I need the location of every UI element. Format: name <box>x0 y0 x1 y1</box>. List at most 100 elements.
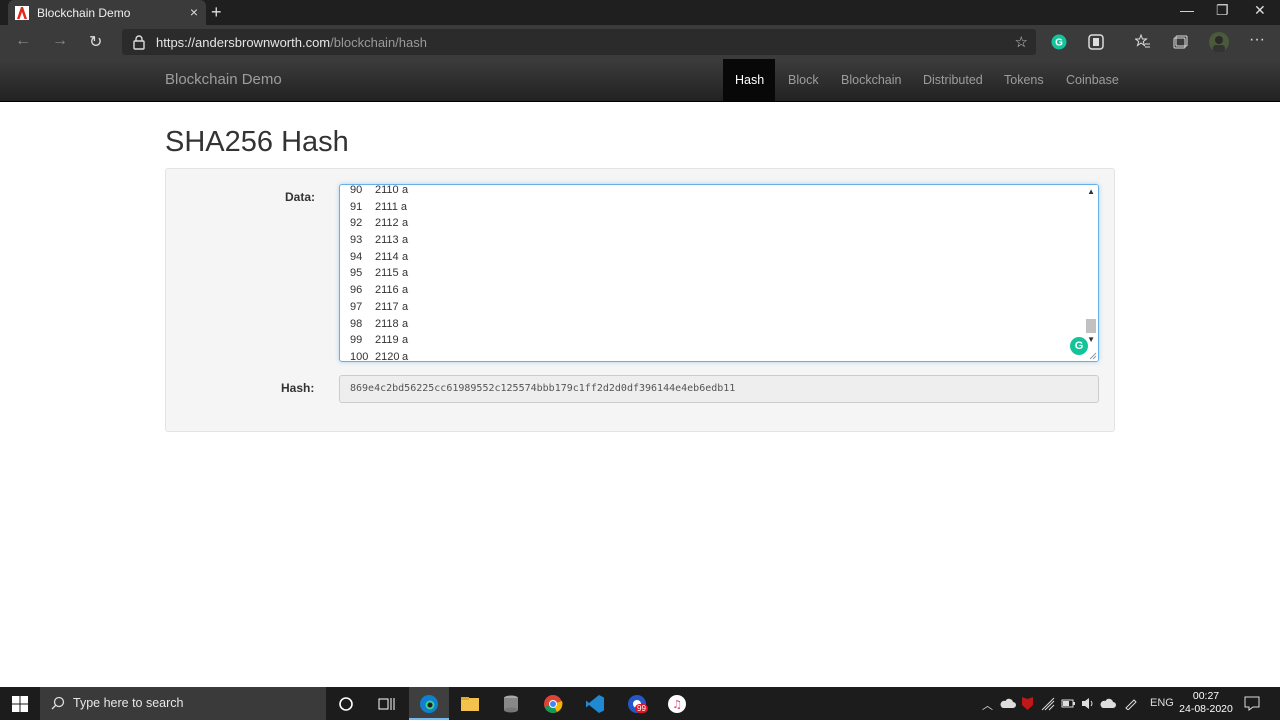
data-line-cell: 95 <box>350 267 363 280</box>
more-menu-icon[interactable]: ··· <box>1249 31 1265 49</box>
maximize-icon[interactable]: ❐ <box>1216 2 1229 19</box>
data-line: 96 2116 a <box>350 282 408 299</box>
data-line-cell: 98 <box>350 317 363 330</box>
textarea-scrollbar[interactable]: ▲ ▼ <box>1084 185 1098 361</box>
edge-browser-icon <box>420 695 438 713</box>
address-bar: ← → ↻ https://andersbrownworth.com/block… <box>0 25 1280 59</box>
task-view-icon[interactable] <box>375 693 397 715</box>
notification-badge: 99 <box>635 704 648 713</box>
data-textarea[interactable]: 90 2110 a 91 2111 a 92 2112 a 93 2113 a 94 2114 a 95 21… <box>339 184 1099 362</box>
tray-overflow-icon[interactable]: ︿ <box>982 697 993 713</box>
nav-hash[interactable]: Hash <box>723 59 775 101</box>
scroll-down-icon[interactable]: ▼ <box>1087 335 1095 344</box>
cloud-sync-icon[interactable] <box>1100 696 1116 710</box>
scroll-up-icon[interactable]: ▲ <box>1087 187 1095 196</box>
data-line-cell: a <box>402 350 409 362</box>
data-line-cell: a <box>402 267 409 280</box>
data-line-cell: 97 <box>350 300 363 313</box>
forward-icon[interactable]: → <box>52 32 68 50</box>
adobe-favicon-icon <box>15 5 29 20</box>
app-with-badge[interactable]: 99 <box>626 693 648 715</box>
data-line-cell: 99 <box>350 334 363 347</box>
data-line-cell: a <box>402 217 409 230</box>
data-line: 95 2115 a <box>350 265 408 282</box>
mcafee-icon[interactable] <box>1021 696 1034 711</box>
vscode-icon[interactable] <box>584 693 606 715</box>
windows-start-icon[interactable] <box>12 696 28 712</box>
data-line: 94 2114 a <box>350 249 408 266</box>
site-brand[interactable]: Blockchain Demo <box>165 71 282 88</box>
refresh-icon[interactable]: ↻ <box>89 32 102 52</box>
extension-icon[interactable] <box>1088 34 1104 50</box>
svg-text:G: G <box>1055 38 1063 49</box>
minimize-icon[interactable]: — <box>1180 2 1194 18</box>
site-navbar: Blockchain Demo Hash Block Blockchain Di… <box>0 59 1280 102</box>
data-line-cell: 2114 <box>375 250 399 263</box>
tab-title: Blockchain Demo <box>37 5 131 20</box>
data-line-cell: 96 <box>350 284 363 297</box>
hash-label: Hash: <box>281 381 315 395</box>
windows-taskbar: Type here to search 99 ♫ ︿ ENG 00:27 24-… <box>0 687 1280 720</box>
resize-handle-icon[interactable] <box>1089 352 1097 360</box>
database-icon[interactable] <box>500 693 522 715</box>
clock[interactable]: 00:27 24-08-2020 <box>1176 690 1236 716</box>
pen-icon[interactable] <box>1124 696 1138 710</box>
hash-form: Data: 90 2110 a 91 2111 a 92 2112 a 93 2113 a 94 211… <box>165 168 1115 432</box>
nav-tokens[interactable]: Tokens <box>992 59 1056 101</box>
data-line-cell: a <box>402 184 409 196</box>
url-field[interactable]: https://andersbrownworth.com/blockchain/… <box>122 29 1036 55</box>
data-line: 91 2111 a <box>350 199 408 216</box>
url-host: https://andersbrownworth.com <box>156 35 331 50</box>
data-line-cell: a <box>402 334 409 347</box>
data-line-cell: 92 <box>350 217 363 230</box>
data-label: Data: <box>285 190 316 204</box>
data-line-cell: 2120 <box>375 350 400 362</box>
data-line: 90 2110 a <box>350 184 409 199</box>
data-line-cell: a <box>402 234 409 247</box>
data-line-cell: 90 <box>350 184 363 196</box>
clock-date: 24-08-2020 <box>1179 703 1233 715</box>
hash-output: 869e4c2bd56225cc61989552c125574bbb179c1f… <box>339 375 1099 403</box>
data-lines: 90 2110 a 91 2111 a 92 2112 a 93 2113 a 94 2114 a 95 21… <box>350 184 409 362</box>
collections-icon[interactable] <box>1172 34 1188 50</box>
itunes-icon[interactable]: ♫ <box>666 693 688 715</box>
favorite-star-icon[interactable]: ☆ <box>1015 33 1028 51</box>
data-line-cell: 2112 <box>375 217 399 230</box>
data-line-cell: 94 <box>350 250 363 263</box>
new-tab-icon[interactable]: + <box>211 2 222 23</box>
data-line: 93 2113 a <box>350 232 408 249</box>
onedrive-icon[interactable] <box>1000 697 1016 709</box>
chrome-icon[interactable] <box>542 693 564 715</box>
nav-coinbase[interactable]: Coinbase <box>1054 59 1131 101</box>
language-indicator[interactable]: ENG <box>1150 697 1174 709</box>
edge-taskbar-item[interactable] <box>409 687 449 720</box>
data-line-cell: 2119 <box>375 334 399 347</box>
notifications-icon[interactable] <box>1244 696 1260 711</box>
grammarly-icon[interactable]: G <box>1070 337 1088 355</box>
data-line-cell: a <box>402 300 409 313</box>
data-line: 97 2117 a <box>350 299 408 316</box>
network-icon[interactable] <box>1041 697 1055 711</box>
data-line-cell: a <box>402 284 409 297</box>
profile-avatar-icon[interactable] <box>1209 32 1229 52</box>
data-line-cell: 2111 a <box>375 200 408 213</box>
favorites-icon[interactable] <box>1135 34 1151 50</box>
nav-distributed[interactable]: Distributed <box>911 59 995 101</box>
file-explorer-icon[interactable] <box>459 693 481 715</box>
cortana-icon[interactable] <box>335 693 357 715</box>
back-icon[interactable]: ← <box>15 32 31 50</box>
nav-blockchain[interactable]: Blockchain <box>829 59 913 101</box>
volume-icon[interactable] <box>1081 697 1095 710</box>
taskbar-search[interactable]: Type here to search <box>40 687 326 720</box>
browser-tab[interactable]: Blockchain Demo × <box>8 0 206 25</box>
browser-tab-bar: Blockchain Demo × + — ❐ ✕ <box>0 0 1280 25</box>
grammarly-extension-icon[interactable]: G <box>1051 34 1067 50</box>
window-close-icon[interactable]: ✕ <box>1254 2 1266 19</box>
data-line-cell: 2110 <box>375 184 399 196</box>
nav-block[interactable]: Block <box>776 59 831 101</box>
tab-close-icon[interactable]: × <box>190 4 198 20</box>
scrollbar-thumb[interactable] <box>1086 319 1096 333</box>
battery-icon[interactable] <box>1061 698 1076 709</box>
search-icon <box>51 696 65 710</box>
data-line-cell: 2118 <box>375 317 399 330</box>
